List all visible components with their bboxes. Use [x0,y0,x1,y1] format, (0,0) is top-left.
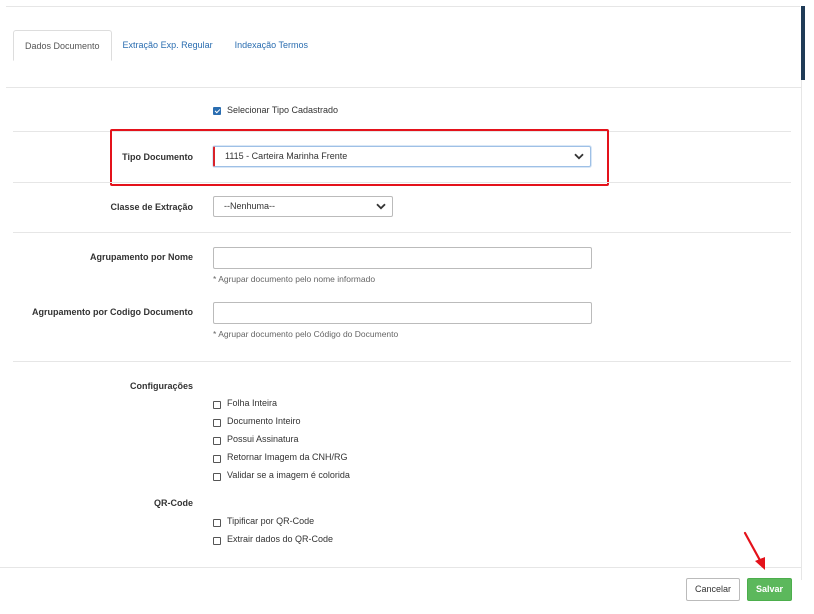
tab-extracao-exp-regular[interactable]: Extração Exp. Regular [112,30,224,61]
top-divider [6,6,800,7]
possui-assinatura-checkbox[interactable] [213,437,221,445]
scrollbar-track[interactable] [801,80,802,580]
extrair-qrcode-checkbox[interactable] [213,537,221,545]
tipificar-qrcode-label: Tipificar por QR-Code [227,516,315,526]
scrollbar-thumb[interactable] [801,6,805,80]
tab-indexacao-termos[interactable]: Indexação Termos [224,30,319,61]
select-registered-type-checkbox[interactable] [213,107,221,115]
chevron-down-icon [376,203,386,210]
classe-extracao-value: --Nenhuma-- [224,201,276,211]
save-button[interactable]: Salvar [747,578,792,601]
tabs-divider [6,87,801,88]
agrupamento-nome-help: * Agrupar documento pelo nome informado [213,274,376,284]
classe-extracao-label: Classe de Extração [110,202,193,212]
divider [13,182,791,183]
documento-inteiro-checkbox[interactable] [213,419,221,427]
footer-divider [0,567,801,568]
agrupamento-nome-label: Agrupamento por Nome [89,252,193,262]
agrupamento-nome-input[interactable] [213,247,592,269]
agrupamento-codigo-help: * Agrupar documento pelo Código do Docum… [213,329,399,339]
validar-colorida-checkbox[interactable] [213,473,221,481]
retornar-imagem-label: Retornar Imagem da CNH/RG [227,452,348,462]
tab-bar: Dados Documento Extração Exp. Regular In… [13,30,319,61]
arrow-icon [743,531,765,570]
folha-inteira-label: Folha Inteira [227,398,278,408]
divider [13,232,791,233]
cancel-button[interactable]: Cancelar [686,578,740,601]
extrair-qrcode-label: Extrair dados do QR-Code [227,534,334,544]
select-registered-type-label: Selecionar Tipo Cadastrado [227,105,339,115]
qrcode-label: QR-Code [154,498,193,508]
tab-dados-documento[interactable]: Dados Documento [13,30,112,61]
tipificar-qrcode-checkbox[interactable] [213,519,221,527]
possui-assinatura-label: Possui Assinatura [227,434,299,444]
retornar-imagem-checkbox[interactable] [213,455,221,463]
validar-colorida-label: Validar se a imagem é colorida [227,470,350,480]
configuracoes-label: Configurações [129,381,193,391]
agrupamento-codigo-input[interactable] [213,302,592,324]
divider [13,361,791,362]
classe-extracao-select[interactable]: --Nenhuma-- [213,196,393,217]
documento-inteiro-label: Documento Inteiro [227,416,301,426]
agrupamento-codigo-label: Agrupamento por Codigo Documento [32,307,193,317]
highlight-annotation-box [110,129,609,186]
folha-inteira-checkbox[interactable] [213,401,221,409]
